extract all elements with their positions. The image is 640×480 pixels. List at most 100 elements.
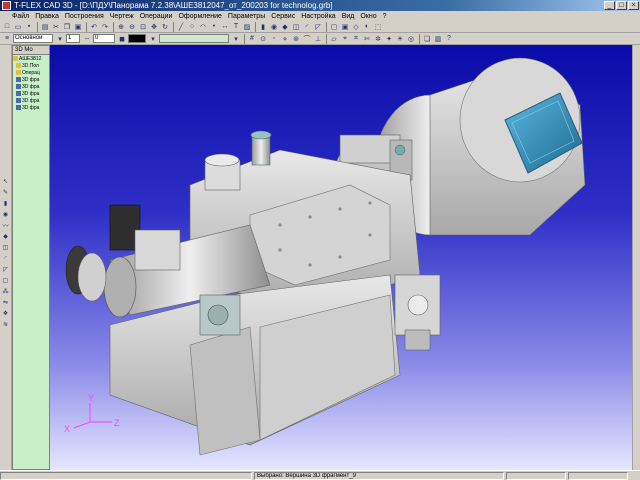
tree-item[interactable]: 3D фра: [13, 97, 49, 104]
color-icon[interactable]: ◼: [117, 34, 127, 44]
workplane-icon[interactable]: ▱: [329, 34, 339, 44]
text-icon[interactable]: T: [231, 22, 241, 32]
fillet-icon[interactable]: ◜: [302, 22, 312, 32]
boolean-icon[interactable]: ◫: [291, 22, 301, 32]
menu-drawing[interactable]: Чертеж: [110, 13, 134, 20]
menu-file[interactable]: Файл: [12, 13, 29, 20]
window-tile-icon[interactable]: ▥: [433, 34, 443, 44]
3d-viewport[interactable]: Y X Z: [50, 45, 632, 470]
loft-icon[interactable]: ◆: [280, 22, 290, 32]
print-icon[interactable]: ▤: [40, 22, 50, 32]
lcs-icon[interactable]: ⌖: [340, 34, 350, 44]
width-combo[interactable]: 1: [66, 34, 80, 43]
array-side-icon[interactable]: ⁂: [1, 287, 10, 296]
save-icon[interactable]: ▪: [24, 22, 34, 32]
menu-edit[interactable]: Правка: [35, 13, 59, 20]
minimize-button[interactable]: _: [604, 1, 615, 10]
menu-construct[interactable]: Построения: [65, 13, 104, 20]
cut-icon[interactable]: ✂: [51, 22, 61, 32]
redo-icon[interactable]: ↷: [100, 22, 110, 32]
chamfer-icon[interactable]: ◸: [313, 22, 323, 32]
fragment-side-icon[interactable]: ❖: [1, 309, 10, 318]
color-combo[interactable]: [128, 34, 146, 43]
snap-grid-icon[interactable]: #: [247, 34, 257, 44]
vertical-scrollbar[interactable]: [632, 45, 640, 470]
snap-tangent-icon[interactable]: ⌒: [302, 34, 312, 44]
menu-annotate[interactable]: Оформление: [178, 13, 221, 20]
revolve-side-icon[interactable]: ◉: [1, 210, 10, 219]
tree-item[interactable]: 3D фра: [13, 104, 49, 111]
snap-end-icon[interactable]: ◦: [269, 34, 279, 44]
section-icon[interactable]: ✄: [362, 34, 372, 44]
loft-side-icon[interactable]: ◆: [1, 232, 10, 241]
window-cascade-icon[interactable]: ❏: [422, 34, 432, 44]
tree-item[interactable]: АШЕ3812: [13, 55, 49, 62]
tree-item[interactable]: 3D фра: [13, 90, 49, 97]
menu-window[interactable]: Окно: [360, 13, 376, 20]
explode-icon[interactable]: ✲: [373, 34, 383, 44]
zoom-in-icon[interactable]: ⊕: [116, 22, 126, 32]
help-icon[interactable]: ?: [444, 34, 454, 44]
new-file-icon[interactable]: □: [2, 22, 12, 32]
line-type-icon[interactable]: ┄: [82, 34, 92, 44]
snap-perp-icon[interactable]: ⊥: [313, 34, 323, 44]
menu-service[interactable]: Сервис: [271, 13, 295, 20]
node-icon[interactable]: •: [209, 22, 219, 32]
tree-item[interactable]: 3D фра: [13, 83, 49, 90]
hatch-icon[interactable]: ▨: [242, 22, 252, 32]
menu-parameters[interactable]: Параметры: [228, 13, 265, 20]
line-icon[interactable]: ╱: [176, 22, 186, 32]
snap-mid-icon[interactable]: ⋄: [280, 34, 290, 44]
mirror-side-icon[interactable]: ⇋: [1, 298, 10, 307]
revolve-icon[interactable]: ◉: [269, 22, 279, 32]
tree-item[interactable]: Операц: [13, 69, 49, 76]
snap-center-icon[interactable]: ⊚: [291, 34, 301, 44]
select-icon[interactable]: ↖: [1, 177, 10, 186]
extrude-icon[interactable]: ▮: [258, 22, 268, 32]
measure-icon[interactable]: ⌗: [351, 34, 361, 44]
zoom-out-icon[interactable]: ⊖: [127, 22, 137, 32]
chamfer-side-icon[interactable]: ◸: [1, 265, 10, 274]
snap-node-icon[interactable]: ⊙: [258, 34, 268, 44]
menu-settings[interactable]: Настройка: [301, 13, 335, 20]
extrude-side-icon[interactable]: ▮: [1, 199, 10, 208]
layer-icon[interactable]: ≡: [2, 34, 12, 44]
shading-icon[interactable]: ◐: [362, 22, 372, 32]
menu-operations[interactable]: Операции: [140, 13, 173, 20]
style-combo[interactable]: [159, 34, 229, 43]
dimension-icon[interactable]: ↔: [220, 22, 230, 32]
sweep-side-icon[interactable]: 〰: [1, 221, 10, 230]
view-iso-icon[interactable]: ◇: [351, 22, 361, 32]
menu-help[interactable]: ?: [383, 13, 387, 20]
view-top-icon[interactable]: ▣: [340, 22, 350, 32]
scale-combo[interactable]: 0: [93, 34, 115, 43]
thread-side-icon[interactable]: ≋: [1, 320, 10, 329]
layer-combo[interactable]: Основной: [13, 34, 53, 43]
menu-view[interactable]: Вид: [342, 13, 355, 20]
tree-item[interactable]: 3D фра: [13, 76, 49, 83]
fillet-side-icon[interactable]: ◜: [1, 254, 10, 263]
close-button[interactable]: ×: [628, 1, 639, 10]
arc-icon[interactable]: ◠: [198, 22, 208, 32]
paste-icon[interactable]: ▣: [73, 22, 83, 32]
undo-icon[interactable]: ↶: [89, 22, 99, 32]
camera-icon[interactable]: ◎: [406, 34, 416, 44]
light-icon[interactable]: ☀: [395, 34, 405, 44]
render-icon[interactable]: ✦: [384, 34, 394, 44]
wireframe-icon[interactable]: ⬚: [373, 22, 383, 32]
zoom-fit-icon[interactable]: ⊡: [138, 22, 148, 32]
shell-side-icon[interactable]: ▢: [1, 276, 10, 285]
circle-icon[interactable]: ○: [187, 22, 197, 32]
rotate-icon[interactable]: ↻: [160, 22, 170, 32]
boolean-side-icon[interactable]: ◫: [1, 243, 10, 252]
tree-item[interactable]: 3D Пол: [13, 62, 49, 69]
sketch-icon[interactable]: ✎: [1, 188, 10, 197]
style-dropdown-icon[interactable]: ▾: [231, 34, 241, 44]
copy-icon[interactable]: ❐: [62, 22, 72, 32]
layer-dropdown-icon[interactable]: ▾: [55, 34, 65, 44]
color-dropdown-icon[interactable]: ▾: [148, 34, 158, 44]
open-file-icon[interactable]: ▭: [13, 22, 23, 32]
pan-icon[interactable]: ✥: [149, 22, 159, 32]
view-front-icon[interactable]: ▢: [329, 22, 339, 32]
maximize-button[interactable]: □: [616, 1, 627, 10]
